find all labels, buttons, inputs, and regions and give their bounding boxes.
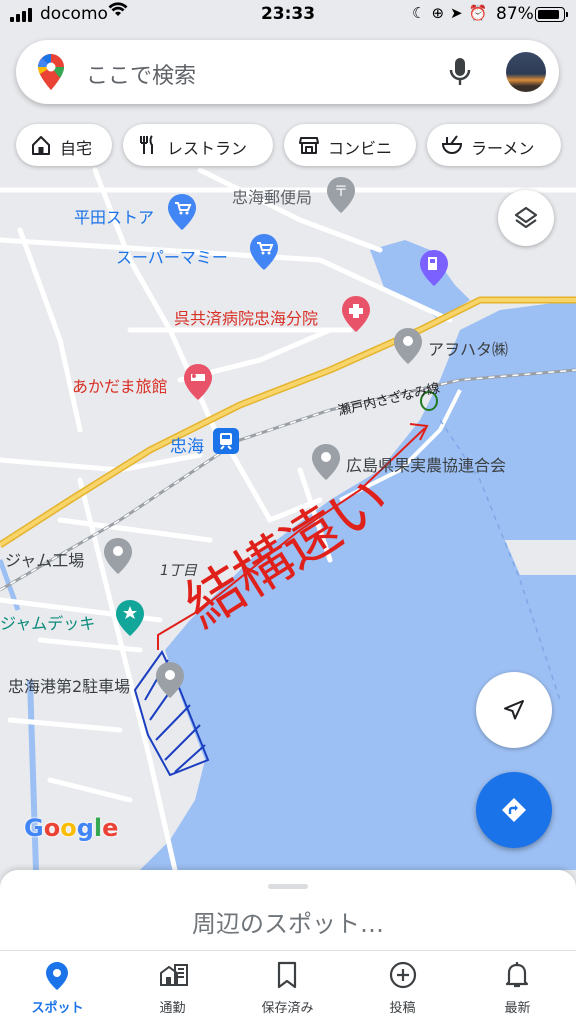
- navigation-arrow-icon: [504, 700, 524, 720]
- tab-label: 保存済み: [261, 1001, 314, 1016]
- hospital-label: 呉共済病院忠海分院: [174, 309, 319, 328]
- shopping-cart-icon[interactable]: [168, 194, 196, 230]
- status-bar: docomo 23:33 ☾⊕➤⏰ 87%: [0, 0, 576, 30]
- chip-restaurant[interactable]: レストラン: [123, 124, 273, 166]
- moon-icon: ☾: [412, 4, 432, 22]
- tab-commute[interactable]: 通勤: [115, 951, 230, 1024]
- chip-label: 自宅: [60, 139, 93, 158]
- layers-button[interactable]: [498, 190, 554, 246]
- chip-label: ラーメン: [471, 139, 535, 158]
- nearby-sheet[interactable]: 周辺のスポット…: [0, 870, 576, 950]
- restaurant-icon: [140, 135, 153, 154]
- tab-label: 通勤: [159, 1001, 186, 1016]
- jam-factory-label: ジャム工場: [5, 551, 85, 570]
- train-station-icon[interactable]: [213, 428, 239, 454]
- tab-contribute[interactable]: 投稿: [345, 951, 460, 1024]
- my-location-button[interactable]: [476, 672, 552, 748]
- bottom-nav: スポット 通勤 保存済み 投稿 最新: [0, 950, 576, 1024]
- hotel-icon[interactable]: [184, 364, 212, 400]
- store-icon: [299, 137, 319, 154]
- battery-icon: [535, 7, 568, 22]
- post-office-icon[interactable]: 〒: [327, 177, 355, 213]
- layers-icon: [514, 206, 538, 229]
- tab-label: 最新: [504, 1001, 531, 1016]
- ramen-icon: [441, 135, 463, 155]
- tab-updates[interactable]: 最新: [460, 951, 575, 1024]
- bookmark-icon: [277, 961, 297, 989]
- station-label: 忠海: [170, 437, 204, 457]
- place-pin-icon[interactable]: [394, 328, 422, 364]
- hospital-icon[interactable]: [342, 296, 370, 332]
- home-icon: [32, 136, 50, 155]
- search-bar[interactable]: ここで検索: [16, 40, 559, 104]
- tab-label: 投稿: [389, 1001, 416, 1016]
- chip-home[interactable]: 自宅: [16, 124, 112, 166]
- directions-icon: [502, 798, 526, 822]
- place-pin-icon[interactable]: [156, 662, 184, 698]
- shopping-cart-icon[interactable]: [250, 234, 278, 270]
- parking-label: 忠海港第2駐車場: [8, 677, 131, 696]
- place-pin-icon[interactable]: [104, 538, 132, 574]
- gas-station-icon[interactable]: [420, 250, 448, 286]
- location-arrow-icon: ➤: [450, 4, 469, 22]
- orientation-lock-icon: ⊕: [431, 4, 451, 22]
- alarm-icon: ⏰: [468, 4, 494, 22]
- akadama-label: あかだま旅館: [72, 377, 168, 396]
- jam-deck-label: ジャムデッキ: [0, 614, 96, 633]
- chip-label: コンビニ: [328, 139, 393, 158]
- location-pin-icon: [46, 962, 68, 990]
- anuhata-label: アヲハタ㈱: [428, 340, 509, 359]
- hirata-store-label: 平田ストア: [74, 208, 155, 227]
- status-icons: ☾⊕➤⏰: [412, 4, 493, 22]
- chip-convenience-store[interactable]: コンビニ: [284, 124, 416, 166]
- microphone-icon[interactable]: [448, 56, 472, 88]
- super-mamy-label: スーパーマミー: [116, 248, 228, 267]
- attraction-icon[interactable]: [116, 600, 144, 636]
- search-input[interactable]: ここで検索: [86, 58, 196, 90]
- google-logo: Google: [24, 814, 119, 842]
- tab-saved[interactable]: 保存済み: [230, 951, 345, 1024]
- google-maps-pin-icon: [38, 54, 64, 90]
- svg-text:〒: 〒: [334, 184, 348, 200]
- sheet-title: 周辺のスポット…: [192, 910, 384, 938]
- chip-ramen[interactable]: ラーメン: [427, 124, 561, 166]
- add-circle-icon: [389, 961, 417, 989]
- post-office-label: 忠海郵便局: [232, 188, 313, 207]
- sheet-handle[interactable]: [268, 884, 308, 889]
- battery-percent: 87%: [496, 4, 534, 24]
- chip-label: レストラン: [167, 139, 248, 158]
- avatar[interactable]: [506, 52, 546, 92]
- bell-icon: [505, 962, 529, 988]
- tab-label: スポット: [31, 1001, 84, 1016]
- tab-explore[interactable]: スポット: [0, 951, 115, 1024]
- commute-icon: [160, 964, 188, 986]
- directions-button[interactable]: [476, 772, 552, 848]
